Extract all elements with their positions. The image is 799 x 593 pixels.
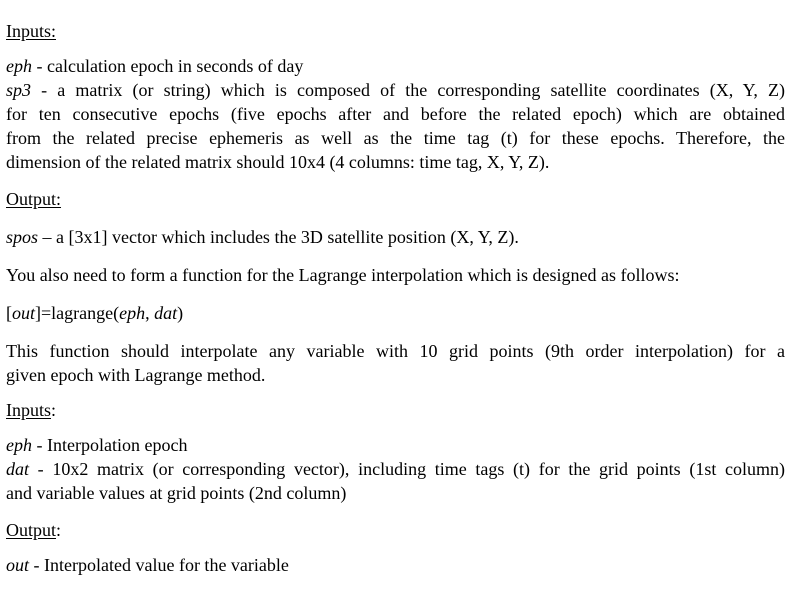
signature-eph: eph <box>119 303 146 323</box>
signature-close-paren: ) <box>177 303 184 323</box>
eph-description: - calculation epoch in seconds of day <box>32 56 304 76</box>
output-heading-2-colon: : <box>56 520 62 540</box>
eph-definition-2: eph - Interpolation epoch <box>6 433 785 457</box>
lagrange-intro: You also need to form a function for the… <box>6 265 680 285</box>
signature-dat: dat <box>154 303 178 323</box>
function-signature: [out]=lagrange(eph, dat) <box>6 301 785 325</box>
function-description-line-2: given epoch with Lagrange method. <box>6 365 266 385</box>
dat-description-1: - 10x2 matrix (or corresponding vector),… <box>29 459 785 479</box>
inputs-heading-2: Inputs: <box>6 398 785 422</box>
dat-definition-line-2: and variable values at grid points (2nd … <box>6 483 347 503</box>
output-heading-2: Output: <box>6 518 785 542</box>
signature-comma: , <box>145 303 155 323</box>
sp3-term: sp3 <box>6 80 32 100</box>
out-term: out <box>6 555 30 575</box>
sp3-definition-line-2: for ten consecutive epochs (five epochs … <box>6 104 785 124</box>
sp3-definition-line-1: sp3 - a matrix (or string) which is comp… <box>6 78 785 102</box>
inputs-heading: Inputs: <box>6 19 785 43</box>
signature-call: ]=lagrange( <box>35 303 120 323</box>
output-heading-text: Output: <box>6 189 62 209</box>
out-definition: out - Interpolated value for the variabl… <box>6 553 785 577</box>
inputs-heading-2-word: Inputs <box>6 400 51 420</box>
inputs-heading-text: Inputs: <box>6 21 57 41</box>
output-heading-2-word: Output <box>6 520 57 540</box>
dat-definition-line-1: dat - 10x2 matrix (or corresponding vect… <box>6 457 785 481</box>
document-page: Inputs: eph - calculation epoch in secon… <box>0 0 799 593</box>
function-description-line-1: This function should interpolate any var… <box>6 341 785 361</box>
inputs-heading-2-colon: : <box>51 400 57 420</box>
out-description: - Interpolated value for the variable <box>29 555 289 575</box>
sp3-definition-line-3: from the related precise ephemeris as we… <box>6 128 785 148</box>
output-heading: Output: <box>6 187 785 211</box>
spos-description: – a [3x1] vector which includes the 3D s… <box>38 227 519 247</box>
dat-term: dat <box>6 459 30 479</box>
eph-term-2: eph <box>6 435 32 455</box>
spos-term: spos <box>6 227 39 247</box>
sp3-description-1: - a matrix (or string) which is composed… <box>31 80 785 100</box>
eph-definition: eph - calculation epoch in seconds of da… <box>6 54 785 78</box>
spos-definition: spos – a [3x1] vector which includes the… <box>6 225 785 249</box>
signature-out: out <box>12 303 36 323</box>
eph-description-2: - Interpolation epoch <box>32 435 188 455</box>
sp3-definition-line-4: dimension of the related matrix should 1… <box>6 152 550 172</box>
eph-term: eph <box>6 56 32 76</box>
